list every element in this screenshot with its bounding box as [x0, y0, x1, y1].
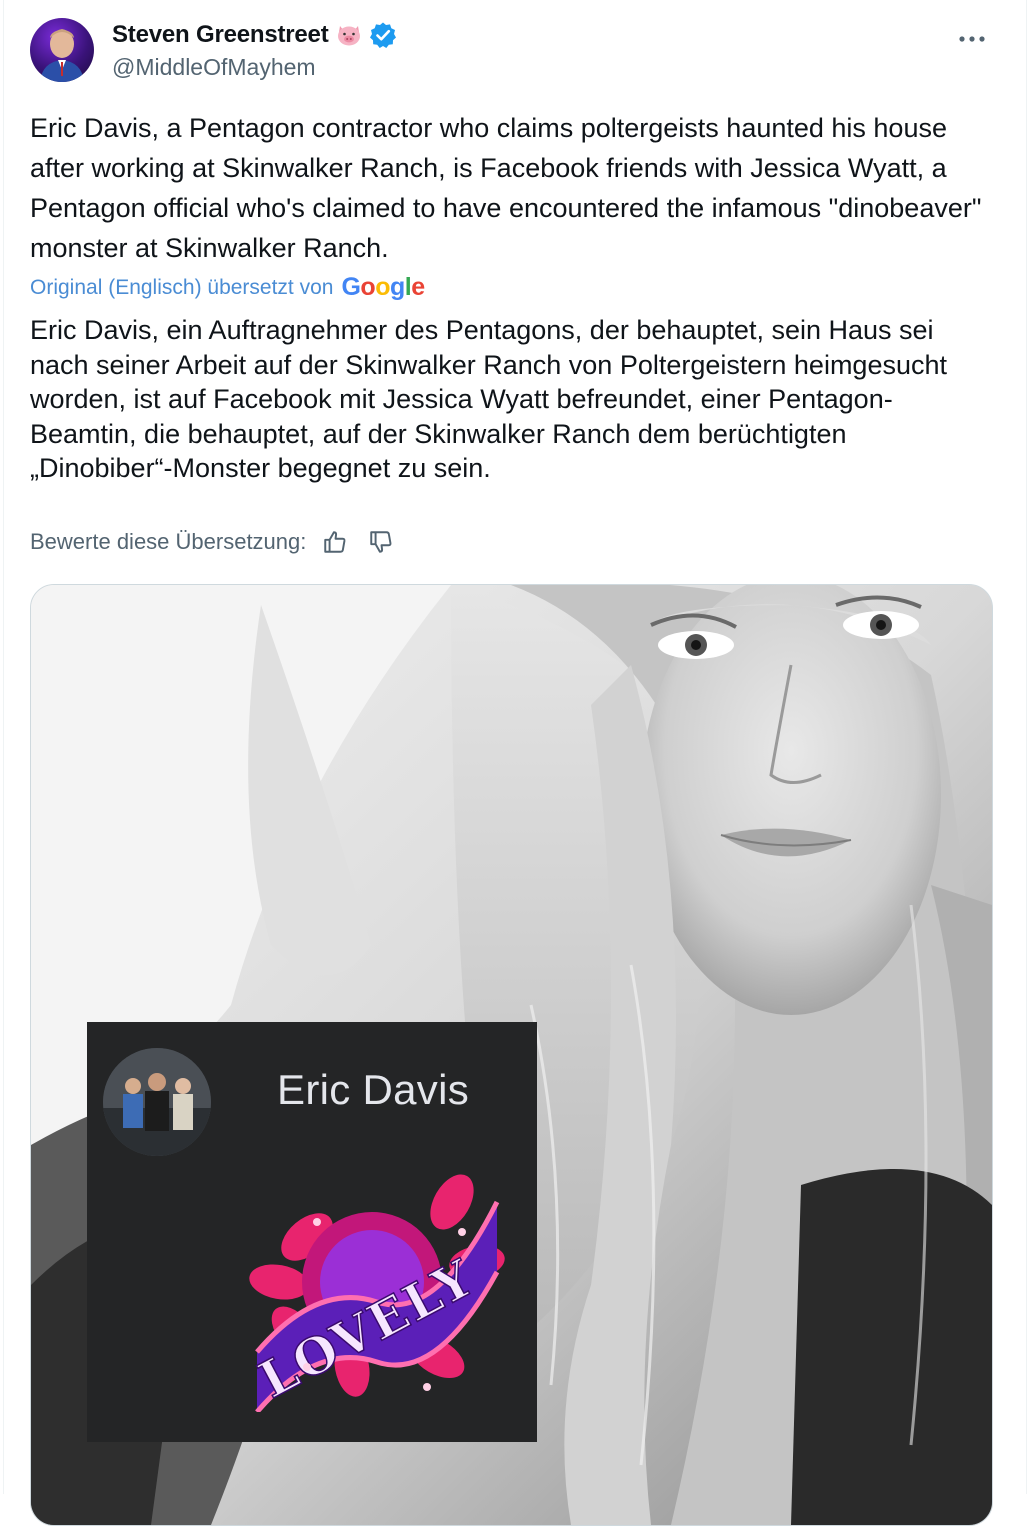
rate-translation: Bewerte diese Übersetzung:	[30, 526, 398, 558]
translated-text: Eric Davis, ein Auftragnehmer des Pentag…	[30, 315, 947, 483]
verified-icon[interactable]	[369, 21, 397, 49]
tweet-text: Eric Davis, a Pentagon contractor who cl…	[30, 113, 982, 263]
more-dots-icon	[959, 36, 985, 42]
tweet-media[interactable]: Eric Davis LOVELY	[30, 584, 993, 1526]
author-display-name[interactable]: Steven Greenstreet	[112, 21, 329, 49]
thumbs-up-button[interactable]	[318, 526, 352, 558]
author-name-row: Steven Greenstreet	[112, 20, 397, 50]
author-handle[interactable]: @MiddleOfMayhem	[112, 54, 316, 81]
facebook-profile-avatar	[103, 1048, 211, 1156]
thumbs-down-button[interactable]	[364, 526, 398, 558]
rate-translation-label: Bewerte diese Übersetzung:	[30, 529, 307, 554]
lovely-sticker: LOVELY	[247, 1162, 507, 1414]
more-options-button[interactable]	[952, 24, 992, 54]
author-avatar-image	[40, 29, 84, 82]
tweet-header: Steven Greenstreet @MiddleOfMayhem	[30, 14, 1000, 86]
facebook-profile-name: Eric Davis	[277, 1066, 470, 1113]
show-original-link[interactable]: Original (Englisch) übersetzt von	[30, 276, 333, 300]
facebook-profile-overlay: Eric Davis LOVELY	[87, 1022, 537, 1442]
pig-icon	[335, 23, 363, 47]
google-logo: Google	[341, 273, 425, 301]
author-avatar[interactable]	[30, 18, 94, 82]
thumbs-up-icon	[324, 531, 346, 553]
thumbs-down-icon	[370, 531, 392, 553]
left-border	[3, 0, 4, 1494]
right-border	[1026, 0, 1027, 1494]
translation-attribution: Original (Englisch) übersetzt von Google	[30, 273, 425, 302]
